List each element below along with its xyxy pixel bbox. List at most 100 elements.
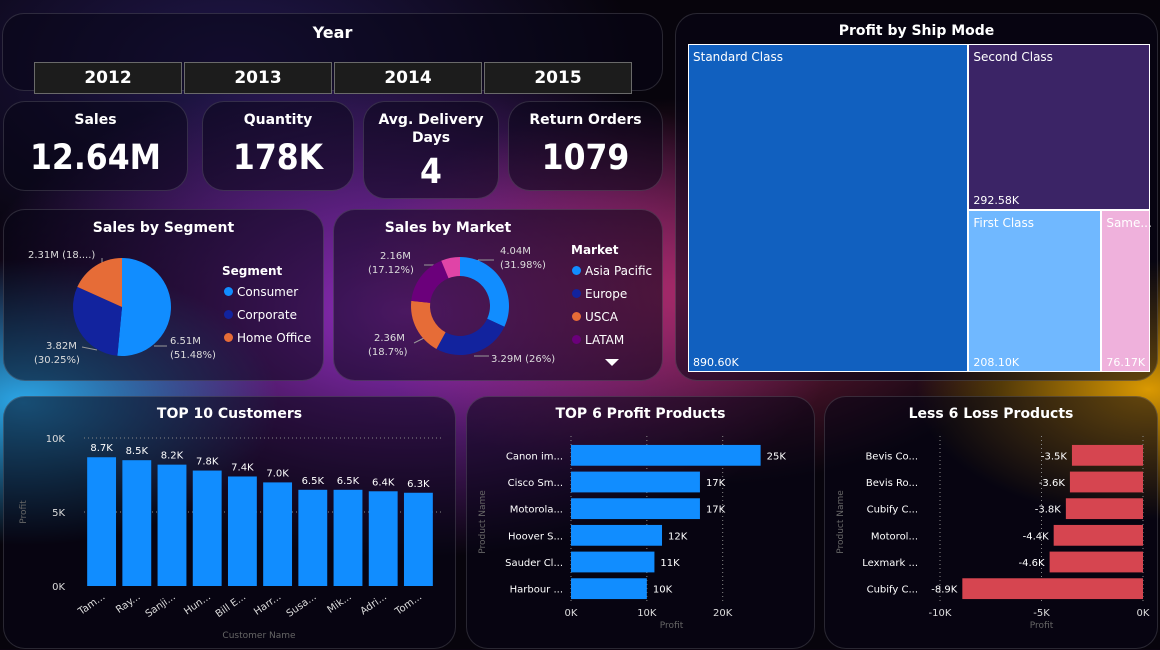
product-bar[interactable] (571, 471, 700, 493)
treemap-tile-second-class[interactable]: Second Class 292.58K (968, 44, 1150, 211)
market-label-latam-pct: (17.12%) (368, 265, 414, 276)
product-bar[interactable] (1071, 444, 1143, 466)
product-tick-label: Canon im... (506, 451, 563, 462)
top-customers-bar-chart: 0K 5K 10K Profit Customer Name 8.7K Tam... 8.5K… (19, 434, 444, 641)
customer-tick-label: Ray... (114, 591, 142, 615)
product-bar-value: 17K (706, 478, 726, 489)
product-tick-label: Motorola... (510, 505, 563, 516)
treemap-tile-first-class[interactable]: First Class 208.10K (968, 210, 1102, 372)
legend-dot-icon (572, 312, 581, 321)
treemap-tile-same[interactable]: Same... 76.17K (1101, 210, 1152, 372)
customer-bar[interactable] (403, 492, 433, 586)
product-bar[interactable] (1053, 524, 1143, 546)
legend-label: Home Office (237, 331, 312, 345)
year-slicer-title: Year (312, 23, 353, 42)
customer-bar[interactable] (122, 460, 152, 586)
year-button-2014[interactable]: 2014 (334, 62, 482, 94)
market-slice-europe[interactable] (436, 318, 505, 355)
kpi-card-quantity: Quantity 178K (202, 101, 354, 191)
market-legend-latam[interactable]: LATAM (572, 333, 624, 347)
customer-tick-label: Adri... (358, 591, 388, 617)
market-label-ap-value: 4.04M (500, 246, 531, 257)
product-bar-value: 17K (706, 505, 726, 516)
segment-label-home-office: 2.31M (18....) (28, 250, 95, 261)
treemap-tile-standard-class[interactable]: Standard Class 890.60K (688, 44, 969, 372)
customer-bar[interactable] (192, 470, 222, 586)
year-button-2015[interactable]: 2015 (484, 62, 632, 94)
product-tick-label: Cisco Sm... (508, 478, 563, 489)
segment-legend-consumer[interactable]: Consumer (224, 285, 298, 299)
legend-label: LATAM (585, 333, 625, 347)
segment-legend-corporate[interactable]: Corporate (224, 308, 297, 322)
customer-bar-value: 6.4K (372, 477, 395, 488)
year-button-2013[interactable]: 2013 (184, 62, 332, 94)
sales-by-market-panel: Sales by Market 4.04M (31.98%) 2.16M (17… (333, 209, 663, 381)
kpi-delivery-label-line2: Days (411, 130, 451, 146)
product-tick-label: Motorol... (871, 531, 918, 542)
kpi-quantity-label: Quantity (243, 112, 313, 128)
legend-dot-icon (572, 335, 581, 344)
customer-bar[interactable] (368, 491, 398, 586)
customer-bar[interactable] (87, 457, 117, 586)
kpi-returns-label: Return Orders (529, 112, 642, 128)
market-label-europe: 3.29M (26%) (491, 354, 555, 365)
segment-slice-consumer[interactable] (117, 258, 172, 356)
customer-bar-value: 7.8K (196, 457, 219, 468)
customer-bar[interactable] (227, 476, 257, 586)
profit-by-ship-mode-panel: Profit by Ship Mode Standard Class 890.60… (675, 13, 1158, 381)
customer-bar[interactable] (298, 489, 328, 586)
product-tick-label: Cubify C... (867, 585, 918, 596)
kpi-returns-value: 1079 (541, 138, 630, 178)
legend-dot-icon (572, 289, 581, 298)
customer-bar[interactable] (157, 464, 187, 586)
kpi-sales-label: Sales (74, 112, 117, 128)
legend-dot-icon (224, 287, 233, 296)
treemap-tile-value: 76.17K (1106, 355, 1146, 369)
customer-tick-label: Tom... (393, 591, 425, 618)
legend-dot-icon (224, 333, 233, 342)
product-tick-label: Cubify C... (867, 505, 918, 516)
product-bar-value: 25K (767, 451, 787, 462)
x-tick-label: 20K (713, 608, 733, 619)
kpi-card-sales: Sales 12.64M (3, 101, 188, 191)
market-legend-usca[interactable]: USCA (572, 310, 618, 324)
legend-label: Corporate (237, 308, 297, 322)
customer-bar[interactable] (263, 482, 293, 586)
product-tick-label: Sauder Cl... (505, 558, 563, 569)
x-tick-label: 10K (637, 608, 657, 619)
product-bar[interactable] (1065, 498, 1143, 520)
legend-scroll-down-icon[interactable] (605, 359, 619, 367)
y-tick-label: 0K (52, 582, 65, 593)
product-bar[interactable] (571, 524, 663, 546)
market-legend-asia-pacific[interactable]: Asia Pacific (572, 264, 652, 278)
product-bar[interactable] (571, 498, 700, 520)
product-bar[interactable] (571, 551, 655, 573)
segment-label-corporate-value: 3.82M (46, 341, 77, 352)
x-axis-title: Profit (1030, 621, 1054, 631)
product-bar[interactable] (1069, 471, 1143, 493)
product-bar[interactable] (571, 444, 761, 466)
legend-dot-icon (224, 310, 233, 319)
customer-tick-label: Susa... (285, 591, 319, 619)
segment-legend-home-office[interactable]: Home Office (224, 331, 311, 345)
legend-dot-icon (572, 266, 581, 275)
kpi-quantity-value: 178K (232, 138, 324, 178)
kpi-delivery-value: 4 (420, 152, 442, 192)
legend-label: USCA (585, 310, 618, 324)
customer-bar[interactable] (333, 489, 363, 586)
kpi-card-delivery-days: Avg. Delivery Days 4 (363, 101, 499, 199)
product-bar[interactable] (571, 578, 647, 600)
profit-products-bar-chart: 0K 10K 20K Profit Product Name Canon im... 25K… (478, 436, 787, 631)
year-button-2012[interactable]: 2012 (34, 62, 182, 94)
product-bar[interactable] (1049, 551, 1143, 573)
market-legend-europe[interactable]: Europe (572, 287, 627, 301)
product-tick-label: Harbour ... (510, 585, 563, 596)
product-bar[interactable] (962, 578, 1143, 600)
treemap-tile-label: Same... (1106, 216, 1152, 231)
product-bar-value: -4.6K (1019, 558, 1046, 569)
market-slice-latam[interactable] (411, 260, 449, 303)
y-axis-title: Product Name (478, 490, 488, 554)
customer-bar-value: 6.3K (407, 479, 430, 490)
x-tick-label: -5K (1033, 608, 1050, 619)
treemap-tile-value: 890.60K (693, 356, 739, 369)
